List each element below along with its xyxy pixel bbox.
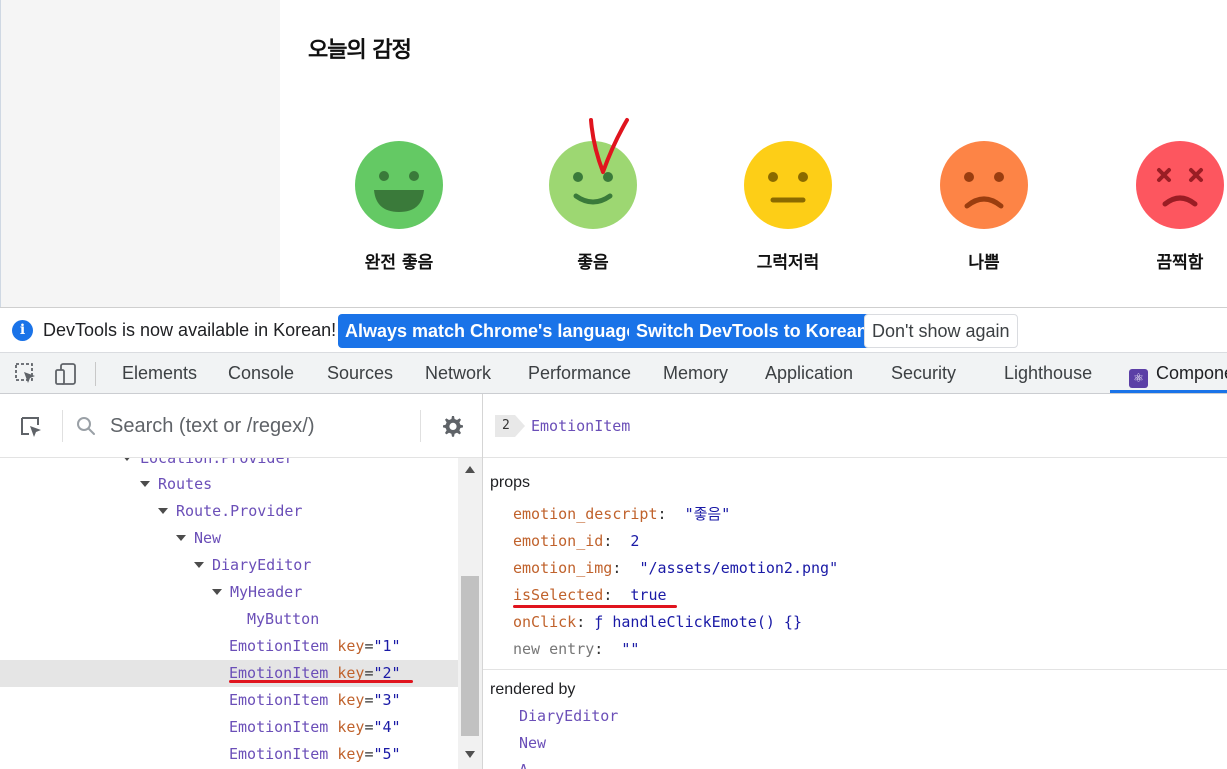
switch-to-korean-button[interactable]: Switch DevTools to Korean xyxy=(629,314,875,348)
emotion-label: 끔찍함 xyxy=(1156,253,1204,273)
active-tab-indicator xyxy=(1110,390,1227,393)
tree-node[interactable]: Routes xyxy=(0,471,458,498)
rendered-by-item[interactable]: A xyxy=(519,757,528,769)
tab-security[interactable]: Security xyxy=(891,353,956,393)
toolbar-divider xyxy=(95,362,96,386)
expand-arrow-icon[interactable] xyxy=(158,508,168,514)
prop-on-click[interactable]: onClick: ƒ handleClickEmote() {} xyxy=(513,609,802,636)
tree-node-emotion-item[interactable]: EmotionItem key="4" xyxy=(0,714,458,741)
tree-node[interactable]: New xyxy=(0,525,458,552)
bad-face-icon xyxy=(940,141,1028,229)
scroll-down-arrow-icon[interactable] xyxy=(465,751,475,758)
tree-scrollbar[interactable] xyxy=(458,458,482,769)
component-inspector: 2 EmotionItem props emotion_descript: "좋… xyxy=(483,394,1227,769)
expand-arrow-icon[interactable] xyxy=(140,481,150,487)
expand-arrow-icon[interactable] xyxy=(212,589,222,595)
inspect-element-icon[interactable] xyxy=(14,362,38,386)
devtools-tabbar: Elements Console Sources Network Perform… xyxy=(0,353,1227,394)
emotion-item-5[interactable]: 끔찍함 xyxy=(1120,140,1227,280)
key-badge: 2 xyxy=(495,415,525,437)
dont-show-again-button[interactable]: Don't show again xyxy=(864,314,1018,348)
gear-icon[interactable] xyxy=(440,414,464,438)
prop-emotion-img[interactable]: emotion_img: "/assets/emotion2.png" xyxy=(513,555,838,582)
component-tree-panel: Location.Provider Routes Route.Provider … xyxy=(0,394,483,769)
tree-node[interactable]: MyHeader xyxy=(0,579,458,606)
tree-node[interactable]: DiaryEditor xyxy=(0,552,458,579)
emotion-label: 좋음 xyxy=(577,253,609,273)
prop-emotion-descript[interactable]: emotion_descript: "좋음" xyxy=(513,501,730,528)
tab-components-label: Compone xyxy=(1156,363,1227,383)
so-so-face-icon xyxy=(744,141,832,229)
very-good-face-icon xyxy=(355,141,443,229)
check-annotation-icon xyxy=(589,118,629,174)
expand-arrow-icon[interactable] xyxy=(176,535,186,541)
tree-node-emotion-item[interactable]: EmotionItem key="5" xyxy=(0,741,458,768)
scroll-up-arrow-icon[interactable] xyxy=(465,466,475,473)
rendered-by-item[interactable]: New xyxy=(519,730,546,757)
selection-underline-annotation xyxy=(229,680,413,683)
rendered-by-label: rendered by xyxy=(490,681,576,698)
inspector-header: 2 EmotionItem xyxy=(483,394,1227,458)
emotion-item-1[interactable]: 완전 좋음 xyxy=(339,140,459,280)
info-icon: i xyxy=(12,320,33,341)
tab-performance[interactable]: Performance xyxy=(528,353,631,393)
emotion-label: 완전 좋음 xyxy=(364,253,434,273)
inspected-component-name: EmotionItem xyxy=(531,417,631,435)
component-search-bar xyxy=(0,394,482,458)
tree-node-emotion-item[interactable]: EmotionItem key="1" xyxy=(0,633,458,660)
page-gutter xyxy=(0,0,280,307)
tab-elements[interactable]: Elements xyxy=(122,353,197,393)
expand-arrow-icon[interactable] xyxy=(122,458,132,461)
tab-console[interactable]: Console xyxy=(228,353,294,393)
expand-arrow-icon[interactable] xyxy=(194,562,204,568)
app-page: 오늘의 감정 완전 좋음 좋음 그럭저럭 나쁨 끔찍함 xyxy=(0,0,1227,307)
tree-node[interactable]: MyButton xyxy=(0,606,458,633)
emotion-label: 그럭저럭 xyxy=(756,253,820,273)
component-search-input[interactable] xyxy=(110,412,410,440)
emotion-label: 나쁨 xyxy=(968,253,1000,273)
tab-components[interactable]: ⚛ Compone xyxy=(1129,353,1227,393)
search-divider xyxy=(62,410,63,442)
tree-node-emotion-item[interactable]: EmotionItem key="3" xyxy=(0,687,458,714)
tab-sources[interactable]: Sources xyxy=(327,353,393,393)
device-toolbar-icon[interactable] xyxy=(54,362,78,386)
infobar-message: DevTools is now available in Korean! xyxy=(43,320,337,340)
props-label: props xyxy=(490,474,531,491)
tab-memory[interactable]: Memory xyxy=(663,353,728,393)
search-icon xyxy=(77,417,95,435)
scrollbar-thumb[interactable] xyxy=(461,576,479,736)
prop-new-entry[interactable]: new entry: "" xyxy=(513,636,639,663)
prop-emotion-id[interactable]: emotion_id: 2 xyxy=(513,528,639,555)
rendered-by-item[interactable]: DiaryEditor xyxy=(519,703,618,730)
emotion-item-3[interactable]: 그럭저럭 xyxy=(728,140,848,280)
tab-lighthouse[interactable]: Lighthouse xyxy=(1004,353,1092,393)
terrible-face-icon xyxy=(1136,141,1224,229)
tab-network[interactable]: Network xyxy=(425,353,491,393)
component-tree: Location.Provider Routes Route.Provider … xyxy=(0,458,458,769)
tab-application[interactable]: Application xyxy=(765,353,853,393)
tree-node[interactable]: Location.Provider xyxy=(0,458,458,472)
devtools-infobar: i DevTools is now available in Korean! A… xyxy=(0,307,1227,353)
select-component-icon[interactable] xyxy=(18,414,44,440)
section-divider xyxy=(483,669,1227,670)
react-logo-icon: ⚛ xyxy=(1129,369,1148,388)
tree-node[interactable]: Route.Provider xyxy=(0,498,458,525)
search-divider xyxy=(420,410,421,442)
is-selected-underline-annotation xyxy=(513,605,677,608)
emotion-item-4[interactable]: 나쁨 xyxy=(924,140,1044,280)
always-match-language-button[interactable]: Always match Chrome's language xyxy=(338,314,644,348)
section-title: 오늘의 감정 xyxy=(308,37,412,63)
